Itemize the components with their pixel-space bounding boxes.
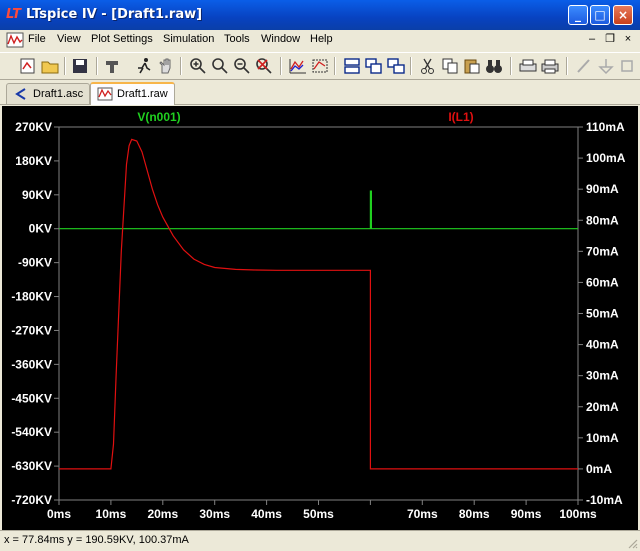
zoom-cancel-icon[interactable] [254, 57, 274, 75]
open-folder-icon[interactable] [40, 57, 60, 75]
x-tick-label: 40ms [251, 507, 282, 521]
x-tick-label: 100ms [559, 507, 597, 521]
x-tick-label: 20ms [147, 507, 178, 521]
waveform-plot-pane[interactable]: 0ms 10ms 20ms 30ms 40ms 50ms 70ms 80ms 90ms 100ms… [2, 106, 638, 530]
maximize-button[interactable]: □ [590, 5, 610, 25]
tab-label: Draft1.asc [33, 88, 84, 100]
right-tick-label: 60mA [586, 275, 619, 289]
x-tick-label: 0ms [47, 507, 71, 521]
run-simulation-icon[interactable] [134, 57, 154, 75]
legend-label: V(n001) [137, 110, 180, 124]
tile-horizontal-icon[interactable] [342, 57, 362, 75]
wire-pencil-icon[interactable] [574, 57, 594, 75]
label-net-icon[interactable] [618, 57, 638, 75]
new-schematic-icon[interactable] [18, 57, 38, 75]
right-tick-label: 100mA [586, 151, 626, 165]
right-tick-label: -10mA [586, 493, 623, 507]
legend-label: I(L1) [448, 110, 473, 124]
left-tick-label: 0KV [29, 222, 52, 236]
x-tick-label: 90ms [511, 507, 542, 521]
left-tick-label: -270KV [11, 323, 52, 337]
document-tab-bar: Draft1.asc Draft1.raw [0, 81, 640, 105]
series-line-vn001 [59, 190, 578, 230]
copy-icon[interactable] [440, 57, 460, 75]
cursor-trace-icon[interactable] [310, 57, 330, 75]
ground-icon[interactable] [596, 57, 616, 75]
right-tick-label: 70mA [586, 244, 619, 258]
cascade-windows-icon[interactable] [364, 57, 384, 75]
cut-scissors-icon[interactable] [418, 57, 438, 75]
x-tick-label: 70ms [407, 507, 438, 521]
menu-file[interactable]: File [28, 33, 46, 45]
plot-frame [58, 126, 579, 501]
right-tick-label: 10mA [586, 431, 619, 445]
menu-bar: File View Plot Settings Simulation Tools… [0, 30, 640, 50]
schematic-icon [15, 88, 26, 100]
tile-vertical-icon[interactable] [386, 57, 406, 75]
cursor-readout: x = 77.84ms y = 190.59KV, 100.37mA [4, 534, 189, 546]
left-tick-label: -540KV [11, 425, 52, 439]
mdi-minimize-button[interactable]: – [584, 32, 600, 47]
left-tick-label: -630KV [11, 459, 52, 473]
left-tick-label: -450KV [11, 391, 52, 405]
autorange-icon[interactable] [288, 57, 308, 75]
right-tick-label: 50mA [586, 307, 619, 321]
left-tick-label: -90KV [18, 256, 52, 270]
status-bar: x = 77.84ms y = 190.59KV, 100.37mA [0, 530, 640, 551]
left-tick-label: -180KV [11, 290, 52, 304]
menu-simulation[interactable]: Simulation [163, 33, 214, 45]
x-tick-label: 50ms [303, 507, 334, 521]
print-setup-icon[interactable] [518, 57, 538, 75]
menu-plot-settings[interactable]: Plot Settings [91, 33, 153, 45]
right-tick-label: 40mA [586, 338, 619, 352]
paste-icon[interactable] [462, 57, 482, 75]
left-tick-label: -720KV [11, 493, 52, 507]
x-tick-label: 30ms [199, 507, 230, 521]
right-tick-label: 110mA [586, 120, 625, 134]
x-tick-label: 10ms [96, 507, 127, 521]
left-tick-label: 270KV [15, 120, 52, 134]
tab-draft1-asc[interactable]: Draft1.asc [6, 83, 91, 104]
zoom-area-icon[interactable] [210, 57, 230, 75]
mdi-close-button[interactable]: × [620, 32, 636, 47]
right-tick-label: 90mA [586, 182, 619, 196]
tab-draft1-raw[interactable]: Draft1.raw [90, 82, 175, 105]
x-tick-label: 80ms [459, 507, 490, 521]
left-tick-label: -360KV [11, 357, 52, 371]
waveform-chart[interactable]: 0ms 10ms 20ms 30ms 40ms 50ms 70ms 80ms 90ms 100ms… [2, 106, 638, 530]
toolbar [0, 52, 640, 80]
pan-hand-icon[interactable] [156, 57, 176, 75]
menu-tools[interactable]: Tools [224, 33, 250, 45]
tab-label: Draft1.raw [117, 88, 168, 100]
right-tick-label: 0mA [586, 462, 612, 476]
menu-view[interactable]: View [57, 33, 81, 45]
resize-grip-icon[interactable] [626, 537, 638, 549]
save-icon[interactable] [70, 57, 90, 75]
title-bar[interactable]: LT LTspice IV - [Draft1.raw] _ □ × [0, 0, 640, 30]
close-button[interactable]: × [613, 5, 633, 25]
menu-window[interactable]: Window [261, 33, 300, 45]
ltspice-logo-icon: LT [6, 7, 21, 22]
waveform-doc-icon[interactable] [6, 32, 24, 48]
zoom-in-icon[interactable] [188, 57, 208, 75]
series-line-il1 [59, 138, 578, 470]
right-tick-label: 80mA [586, 213, 619, 227]
zoom-out-icon[interactable] [232, 57, 252, 75]
left-tick-label: 90KV [22, 188, 52, 202]
right-tick-label: 20mA [586, 400, 619, 414]
left-tick-label: 180KV [15, 154, 52, 168]
waveform-icon [97, 87, 113, 101]
print-icon[interactable] [540, 57, 560, 75]
mdi-restore-button[interactable]: ❐ [602, 32, 618, 47]
right-tick-label: 30mA [586, 369, 619, 383]
control-panel-hammer-icon[interactable] [102, 57, 122, 75]
find-binoculars-icon[interactable] [484, 57, 504, 75]
menu-help[interactable]: Help [310, 33, 333, 45]
minimize-button[interactable]: _ [568, 5, 588, 25]
window-title: LTspice IV - [Draft1.raw] [26, 7, 203, 22]
